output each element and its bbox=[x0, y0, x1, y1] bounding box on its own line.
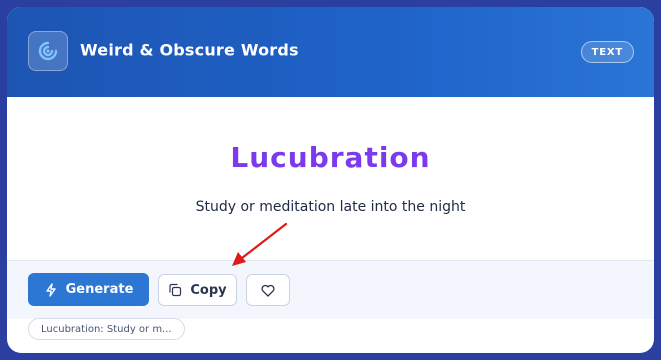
generate-button[interactable]: Generate bbox=[28, 273, 149, 306]
copy-button-label: Copy bbox=[190, 282, 227, 298]
type-badge: TEXT bbox=[580, 41, 634, 63]
action-bar: Generate Copy bbox=[7, 260, 654, 319]
copy-icon bbox=[168, 283, 182, 297]
word-definition: Study or meditation late into the night bbox=[195, 199, 466, 215]
favorite-button[interactable] bbox=[246, 274, 290, 306]
generated-word: Lucubration bbox=[230, 141, 431, 174]
lightning-icon bbox=[44, 282, 58, 297]
card-title: Weird & Obscure Words bbox=[80, 40, 299, 60]
heart-icon bbox=[261, 284, 275, 297]
word-generator-card: Weird & Obscure Words TEXT Lucubration S… bbox=[7, 7, 654, 353]
app-logo bbox=[28, 31, 68, 71]
copy-button[interactable]: Copy bbox=[158, 274, 237, 306]
card-header: Weird & Obscure Words TEXT bbox=[7, 7, 654, 97]
swirl-icon bbox=[38, 41, 58, 61]
history-chip[interactable]: Lucubration: Study or m... bbox=[28, 318, 185, 340]
generate-button-label: Generate bbox=[65, 282, 134, 297]
